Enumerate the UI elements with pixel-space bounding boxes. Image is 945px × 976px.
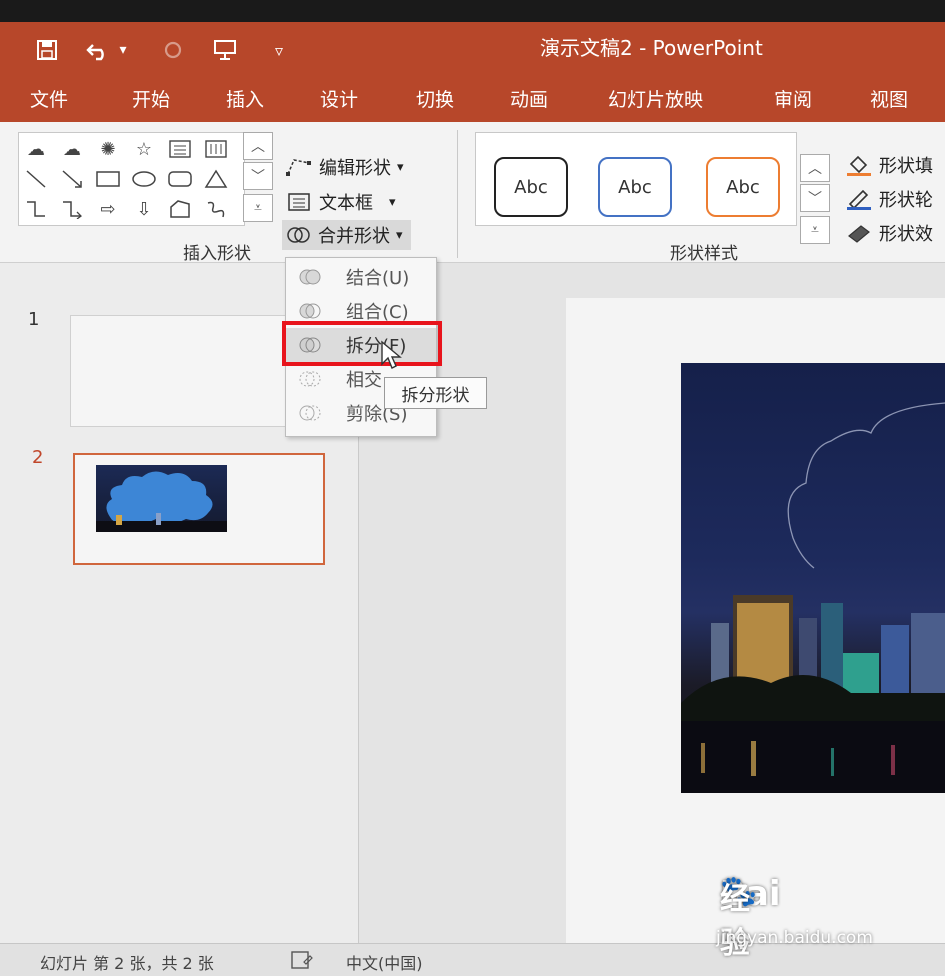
- cloud-callout-icon[interactable]: ☁: [23, 137, 49, 161]
- slide-count-status: 幻灯片 第 2 张，共 2 张: [40, 954, 214, 973]
- text-box-button[interactable]: 文本框 ▾: [285, 189, 396, 215]
- undo-icon[interactable]: [84, 36, 114, 64]
- edit-shape-button[interactable]: 编辑形状 ▾: [285, 154, 404, 180]
- gallery-scroll-up[interactable]: ︿: [243, 132, 273, 160]
- explosion-icon[interactable]: ✺: [95, 137, 121, 161]
- triangle-icon[interactable]: [203, 167, 229, 191]
- vertical-textbox-icon[interactable]: [203, 137, 229, 161]
- effects-icon: [848, 225, 870, 243]
- freeform-icon[interactable]: [203, 197, 229, 221]
- tab-slideshow[interactable]: 幻灯片放映: [608, 85, 703, 112]
- fragment-tooltip: 拆分形状: [384, 377, 487, 409]
- shape-outline-button[interactable]: 形状轮: [845, 186, 933, 212]
- edit-shape-dropdown: ▾: [397, 159, 404, 175]
- shape-fill-button[interactable]: 形状填: [845, 152, 933, 178]
- merge-shapes-icon: [287, 227, 310, 243]
- pen-icon: [847, 189, 871, 210]
- line-icon[interactable]: [23, 167, 49, 191]
- highlight-box: [282, 321, 442, 366]
- slide-thumbnail-2[interactable]: [73, 453, 325, 565]
- ribbon-separator: [457, 130, 458, 258]
- menu-item-union[interactable]: 结合(U): [286, 260, 436, 294]
- slide-number-2: 2: [32, 447, 44, 468]
- shape-styles-group-label: 形状样式: [670, 244, 738, 264]
- oval-icon[interactable]: [131, 167, 157, 191]
- tab-view[interactable]: 视图: [870, 85, 908, 112]
- notes-icon[interactable]: [290, 950, 314, 974]
- tab-review[interactable]: 审阅: [774, 85, 812, 112]
- pentagon-icon[interactable]: [167, 197, 193, 221]
- union-icon: [299, 269, 321, 285]
- watermark-brand2: 经验: [720, 882, 750, 961]
- star-icon[interactable]: ☆: [131, 137, 157, 161]
- styles-more-button[interactable]: ⩡: [800, 216, 830, 244]
- tab-transitions[interactable]: 切换: [416, 85, 454, 112]
- shape-fill-label: 形状填: [879, 156, 933, 177]
- rounded-rectangle-icon[interactable]: [167, 167, 193, 191]
- tab-insert[interactable]: 插入: [226, 85, 264, 112]
- elbow-arrow-connector-icon[interactable]: [59, 197, 85, 221]
- merge-shapes-dropdown: ▾: [396, 227, 403, 243]
- tab-file[interactable]: 文件: [30, 85, 68, 112]
- text-box-dropdown: ▾: [389, 194, 396, 210]
- slide-number-1: 1: [28, 309, 40, 330]
- window-title: 演示文稿2 - PowerPoint: [540, 36, 763, 60]
- powerpoint-window: ▾ ▿ 演示文稿2 - PowerPoint 文件 开始 插入 设计 切换 动画…: [0, 22, 945, 976]
- subtract-icon: [299, 405, 321, 421]
- style-sample-orange[interactable]: Abc: [706, 157, 780, 217]
- thumbnail-image: [96, 465, 227, 532]
- merge-shapes-button[interactable]: 合并形状 ▾: [282, 220, 411, 250]
- shapes-gallery: ☁ ☁ ✺ ☆ ⇨ ⇩: [18, 132, 245, 226]
- merge-shapes-label: 合并形状: [318, 226, 390, 247]
- shape-effects-label: 形状效: [879, 224, 933, 245]
- shape-styles-gallery: Abc Abc Abc: [475, 132, 797, 226]
- gallery-scroll-down[interactable]: ﹀: [243, 162, 273, 190]
- paint-bucket-icon: [847, 155, 871, 176]
- title-bar: ▾ ▿ 演示文稿2 - PowerPoint: [0, 22, 945, 77]
- right-arrow-icon[interactable]: ⇨: [95, 197, 121, 221]
- text-box-icon: [288, 193, 310, 211]
- down-arrow-icon[interactable]: ⇩: [131, 197, 157, 221]
- presentation-icon[interactable]: [208, 36, 242, 64]
- ribbon: ☁ ☁ ✺ ☆ ⇨ ⇩ ︿ ﹀ ⩡ 编辑形状 ▾ 文本框 ▾ 合并形状 ▾ 插入…: [0, 122, 945, 264]
- undo-dropdown[interactable]: ▾: [114, 36, 132, 64]
- style-sample-blue[interactable]: Abc: [598, 157, 672, 217]
- edit-shape-label: 编辑形状: [319, 158, 391, 179]
- tab-animations[interactable]: 动画: [510, 85, 548, 112]
- slide-editor[interactable]: [359, 263, 945, 943]
- customize-quick-access[interactable]: ▿: [262, 36, 296, 64]
- intersect-icon: [299, 371, 321, 387]
- redo-icon: [156, 36, 190, 64]
- style-sample-dark[interactable]: Abc: [494, 157, 568, 217]
- combine-icon: [299, 303, 321, 319]
- gallery-more-button[interactable]: ⩡: [243, 194, 273, 222]
- slide-canvas[interactable]: [566, 298, 945, 943]
- edit-shape-icon: [286, 159, 311, 176]
- menu-item-intersect-label: 相交: [346, 370, 382, 391]
- styles-scroll-up[interactable]: ︿: [800, 154, 830, 182]
- textbox-shape-icon[interactable]: [167, 137, 193, 161]
- elbow-connector-icon[interactable]: [23, 197, 49, 221]
- mouse-cursor-icon: [380, 340, 404, 376]
- text-box-label: 文本框: [319, 193, 373, 214]
- cloud-icon[interactable]: ☁: [59, 137, 85, 161]
- shape-outline-label: 形状轮: [879, 190, 933, 211]
- save-icon[interactable]: [30, 36, 64, 64]
- menu-item-union-label: 结合(U): [346, 268, 410, 289]
- watermark-url: jingyan.baidu.com: [716, 928, 873, 948]
- insert-shapes-group-label: 插入形状: [183, 244, 251, 264]
- city-night-photo[interactable]: [681, 363, 945, 793]
- styles-scroll-down[interactable]: ﹀: [800, 184, 830, 212]
- language-status[interactable]: 中文(中国): [346, 950, 423, 974]
- rectangle-icon[interactable]: [95, 167, 121, 191]
- ribbon-tabs: 文件 开始 插入 设计 切换 动画 幻灯片放映 审阅 视图: [0, 77, 945, 122]
- shape-effects-button[interactable]: 形状效: [845, 220, 933, 246]
- arrow-line-icon[interactable]: [59, 167, 85, 191]
- tab-home[interactable]: 开始: [132, 85, 170, 112]
- tab-design[interactable]: 设计: [320, 85, 358, 112]
